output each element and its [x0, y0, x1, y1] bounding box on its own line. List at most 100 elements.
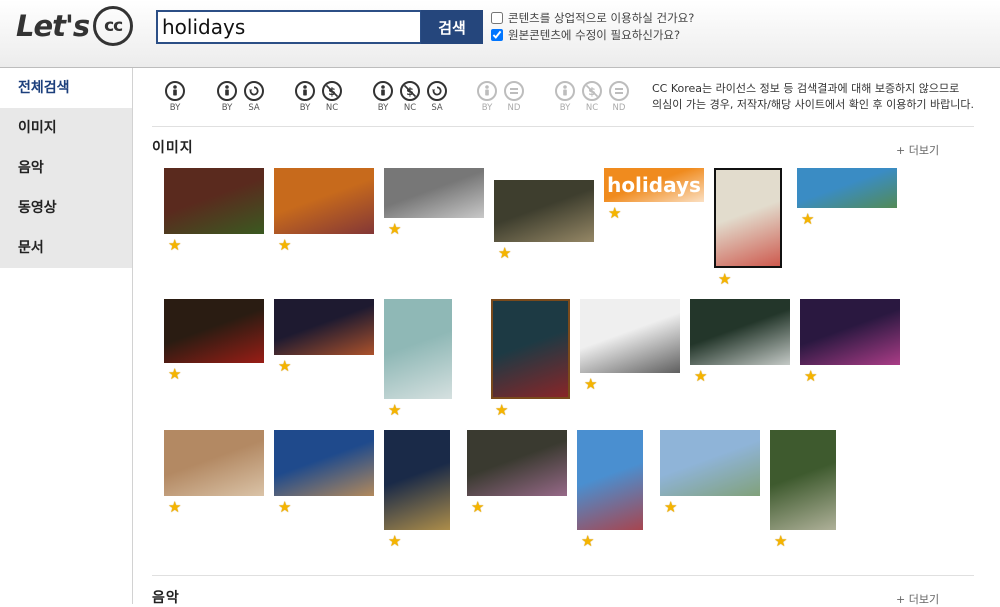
license-option-3[interactable]: BY $ NC [292, 81, 346, 113]
image-thumb-bokeh-lights[interactable] [800, 299, 900, 365]
image-thumb-milk-carton[interactable] [384, 299, 452, 399]
star-icon[interactable]: ★ [801, 212, 814, 227]
sidebar-item-music[interactable]: 음악 [0, 148, 132, 188]
star-icon[interactable]: ★ [168, 500, 181, 515]
star-icon[interactable]: ★ [774, 534, 787, 549]
license-item: $ NC [579, 81, 605, 113]
image-thumb-night-lights[interactable] [274, 299, 374, 355]
image-thumb-xmas-tree-window[interactable] [384, 430, 450, 530]
image-thumb-city-dusk[interactable] [274, 430, 374, 496]
license-item: SA [241, 81, 267, 113]
image-thumb-holiday-motel[interactable] [714, 168, 782, 268]
thumb-image [800, 299, 900, 365]
image-thumb-lake-mountain[interactable] [797, 168, 897, 208]
star-icon[interactable]: ★ [608, 206, 621, 221]
star-icon[interactable]: ★ [694, 369, 707, 384]
star-icon[interactable]: ★ [388, 403, 401, 418]
commercial-use-label: 콘텐츠를 상업적으로 이용하실 건가요? [508, 11, 695, 25]
star-icon[interactable]: ★ [804, 369, 817, 384]
thumb-image: holidays [604, 168, 704, 202]
star-icon[interactable]: ★ [495, 403, 508, 418]
license-option-1[interactable]: BY [162, 81, 189, 113]
section-divider [152, 575, 974, 576]
music-more-link[interactable]: + 더보기 [896, 591, 939, 607]
thumb-image [164, 168, 264, 234]
star-icon[interactable]: ★ [388, 534, 401, 549]
cc-logo-icon: cc [93, 6, 134, 46]
star-icon[interactable]: ★ [498, 246, 511, 261]
image-thumb-beach-dunes[interactable] [660, 430, 760, 496]
license-option-5[interactable]: BY ND [474, 81, 528, 113]
star-icon[interactable]: ★ [278, 238, 291, 253]
modification-label: 원본콘텐츠에 수정이 필요하신가요? [508, 28, 681, 42]
thumb-image [274, 430, 374, 496]
images-more-link[interactable]: + 더보기 [896, 142, 939, 158]
modification-checkbox[interactable] [491, 29, 503, 41]
sidebar: 전체검색 이미지 음악 동영상 문서 [0, 68, 133, 604]
image-thumb-gingerbread-cookies[interactable] [164, 430, 264, 496]
thumb-image [467, 430, 567, 496]
search-input[interactable] [156, 10, 422, 44]
nc-icon: $ [322, 81, 342, 101]
license-label: BY [221, 103, 233, 113]
sidebar-item-images[interactable]: 이미지 [0, 108, 132, 148]
license-option-2[interactable]: BY SA [214, 81, 268, 113]
logo[interactable]: Let's cc [16, 6, 134, 46]
star-icon[interactable]: ★ [471, 500, 484, 515]
images-section-title: 이미지 [152, 140, 194, 156]
modification-option[interactable]: 원본콘텐츠에 수정이 필요하신가요? [491, 27, 680, 43]
sidebar-item-all[interactable]: 전체검색 [0, 68, 132, 108]
license-option-6[interactable]: BY $ NC ND [552, 81, 633, 113]
sidebar-item-documents[interactable]: 문서 [0, 228, 132, 268]
star-icon[interactable]: ★ [278, 359, 291, 374]
search-button[interactable]: 검색 [421, 10, 483, 44]
image-thumb-bw-building[interactable] [384, 168, 484, 218]
thumb-image [274, 299, 374, 355]
license-option-4[interactable]: BY $ NC SA [370, 81, 451, 113]
image-thumb-holiday-print-giveaway[interactable] [690, 299, 790, 365]
star-icon[interactable]: ★ [584, 377, 597, 392]
by-icon [555, 81, 575, 101]
commercial-use-option[interactable]: 콘텐츠를 상업적으로 이용하실 건가요? [491, 10, 694, 26]
image-thumb-owl[interactable] [770, 430, 836, 530]
image-thumb-motel-sign[interactable] [577, 430, 643, 530]
license-notice: CC Korea는 라이선스 정보 등 검색결과에 대해 보증하지 않으므로 의… [652, 81, 982, 113]
image-thumb-holidays-sign[interactable]: holidays [604, 168, 704, 202]
star-icon[interactable]: ★ [278, 500, 291, 515]
star-icon[interactable]: ★ [168, 367, 181, 382]
sa-icon [244, 81, 264, 101]
image-thumb-sunset-flower[interactable] [274, 168, 374, 234]
license-item: BY [474, 81, 500, 113]
star-icon[interactable]: ★ [388, 222, 401, 237]
license-item: SA [424, 81, 450, 113]
image-thumb-toy-cars[interactable] [580, 299, 680, 373]
license-item: BY [370, 81, 396, 113]
thumb-image [494, 180, 594, 242]
star-icon[interactable]: ★ [168, 238, 181, 253]
license-label: NC [403, 103, 417, 113]
image-thumb-old-man[interactable] [491, 299, 570, 399]
star-icon[interactable]: ★ [581, 534, 594, 549]
thumb-image [577, 430, 643, 530]
image-thumb-ornaments[interactable] [467, 430, 567, 496]
sidebar-item-video[interactable]: 동영상 [0, 188, 132, 228]
image-thumb-woman-field[interactable] [494, 180, 594, 242]
nd-icon [609, 81, 629, 101]
license-label: SA [431, 103, 443, 113]
license-label: BY [169, 103, 181, 113]
thumb-image [580, 299, 680, 373]
thumb-image [716, 170, 780, 266]
header: Let's cc 검색 콘텐츠를 상업적으로 이용하실 건가요? 원본콘텐츠에 … [0, 0, 1000, 68]
license-item: BY [552, 81, 578, 113]
star-icon[interactable]: ★ [718, 272, 731, 287]
image-thumb-christmas-room[interactable] [164, 168, 264, 234]
image-thumb-poinsettia[interactable] [164, 299, 264, 363]
license-label: ND [612, 103, 626, 113]
thumb-image [770, 430, 836, 530]
commercial-use-checkbox[interactable] [491, 12, 503, 24]
license-item: $ NC [319, 81, 345, 113]
thumb-caption: holidays [607, 173, 701, 197]
license-filter-row: BY BY SA BY $ NC BY $ NC SA BY ND BY $ NC ND CC Korea는 … [152, 76, 974, 127]
star-icon[interactable]: ★ [664, 500, 677, 515]
sa-icon [427, 81, 447, 101]
